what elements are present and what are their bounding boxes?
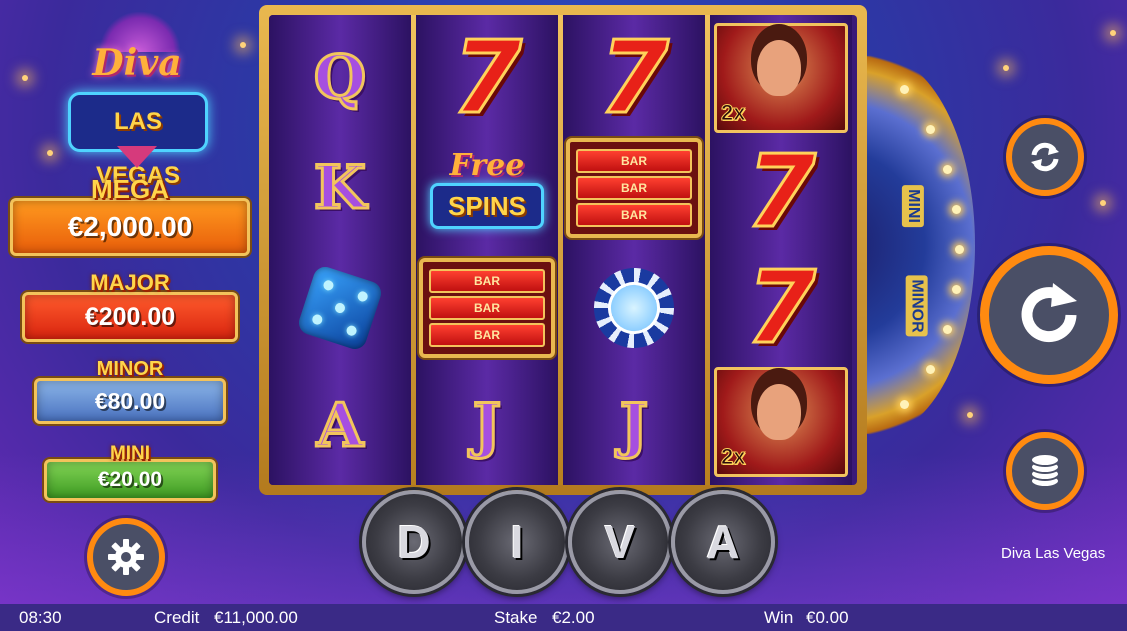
win-value: €0.00 — [806, 608, 849, 627]
symbol-seven: 7 — [598, 19, 671, 136]
symbol-j: J — [618, 390, 649, 463]
symbol-j: J — [471, 390, 502, 463]
wheel-bulb — [943, 325, 952, 334]
stake-button[interactable] — [1006, 432, 1084, 510]
spin-button[interactable] — [980, 246, 1118, 384]
dice-icon — [295, 263, 385, 353]
jackpot-amount: €20.00 — [44, 459, 216, 501]
jackpot-amount: €2,000.00 — [10, 198, 250, 256]
autoplay-icon — [1031, 142, 1059, 172]
spin-icon — [1021, 283, 1077, 343]
sparkle — [47, 150, 53, 156]
jackpot-minor: €80.00 MINOR — [34, 358, 226, 424]
diva-letter-disc-v: V — [568, 490, 672, 594]
multiplier-label: 2x — [720, 100, 746, 126]
stake-label: Stake — [494, 608, 538, 627]
symbol-seven: 7 — [451, 19, 524, 136]
diva-portrait-icon: 2x — [714, 23, 848, 133]
wheel-bulb — [943, 165, 952, 174]
symbol-chip — [563, 253, 705, 363]
reel-frame: Q K A 7 Free SPINS BAR BAR BAR J 7 BAR B… — [259, 5, 867, 495]
free-spins-word: Free — [449, 147, 525, 183]
game-name-label: Diva Las Vegas — [1001, 545, 1106, 562]
diva-letter-disc-d: D — [362, 490, 466, 594]
jackpot-amount: €80.00 — [34, 378, 226, 424]
symbol-diva: 2x — [710, 23, 852, 133]
wheel-segment-mini: MINI — [901, 185, 924, 227]
sparkle — [967, 412, 973, 418]
symbol-dice — [269, 253, 411, 363]
symbol-triple-bar: BAR BAR BAR — [563, 133, 705, 243]
reel-4: 2x 7 7 2x — [710, 15, 852, 485]
clock: 08:30 — [19, 608, 62, 627]
casino-chip-icon — [582, 256, 686, 360]
symbol-k: K — [312, 152, 367, 225]
gear-icon — [108, 539, 144, 575]
jackpot-title: MEGA — [91, 174, 169, 204]
diva-portrait-icon: 2x — [714, 367, 848, 477]
free-spins-label: SPINS — [430, 182, 544, 229]
wheel-bulb — [900, 85, 909, 94]
status-bar: 08:30 Credit €11,000.00 Stake €2.00 Win … — [0, 604, 1127, 631]
credit-value: €11,000.00 — [214, 608, 298, 627]
wheel-bulb — [955, 245, 964, 254]
symbol-triple-bar: BAR BAR BAR — [416, 253, 558, 363]
credit-label: Credit — [154, 608, 200, 627]
jackpot-title: MINI — [109, 443, 151, 464]
sparkle — [1003, 65, 1009, 71]
sparkle — [1110, 30, 1116, 36]
reel-3: 7 BAR BAR BAR J — [563, 15, 705, 485]
sparkle — [22, 75, 28, 81]
reel-1: Q K A — [269, 15, 411, 485]
symbol-free-spins: Free SPINS — [416, 133, 558, 243]
jackpot-amount: €200.00 — [22, 292, 238, 342]
wheel-bulb — [952, 205, 961, 214]
wheel-bulb — [900, 400, 909, 409]
logo-tip — [117, 146, 157, 168]
logo-title: Diva — [92, 42, 182, 84]
stake-value: €2.00 — [552, 608, 595, 627]
autoplay-button[interactable] — [1006, 118, 1084, 196]
wheel-bulb — [926, 125, 935, 134]
jackpot-major: €200.00 MAJOR — [22, 270, 238, 342]
reel-2: 7 Free SPINS BAR BAR BAR J — [416, 15, 558, 485]
diva-letter-disc-i: I — [465, 490, 569, 594]
jackpot-mini: €20.00 MINI — [44, 443, 216, 501]
symbol-seven: 7 — [745, 249, 818, 366]
wheel-bulb — [926, 365, 935, 374]
diva-letter-disc-a: A — [671, 490, 775, 594]
game-logo: Diva LAS VEGAS — [62, 12, 212, 189]
reel-area: Q K A 7 Free SPINS BAR BAR BAR J 7 BAR B… — [269, 15, 857, 485]
symbol-a: A — [315, 390, 365, 463]
win-label: Win — [764, 608, 794, 627]
symbol-q: Q — [312, 42, 367, 115]
jackpot-title: MAJOR — [90, 270, 170, 295]
sparkle — [240, 42, 246, 48]
symbol-seven: 7 — [745, 133, 818, 250]
coin-stack-icon — [1030, 453, 1060, 488]
settings-button[interactable] — [87, 518, 165, 596]
multiplier-label: 2x — [720, 444, 746, 470]
logo-subtitle: LAS VEGAS — [68, 92, 208, 189]
jackpot-title: MINOR — [96, 358, 164, 380]
symbol-diva: 2x — [710, 367, 852, 477]
wheel-segment-minor: MINOR — [905, 275, 928, 337]
jackpot-mega: €2,000.00 MEGA — [10, 174, 250, 256]
wheel-bulb — [952, 285, 961, 294]
sparkle — [1100, 200, 1106, 206]
